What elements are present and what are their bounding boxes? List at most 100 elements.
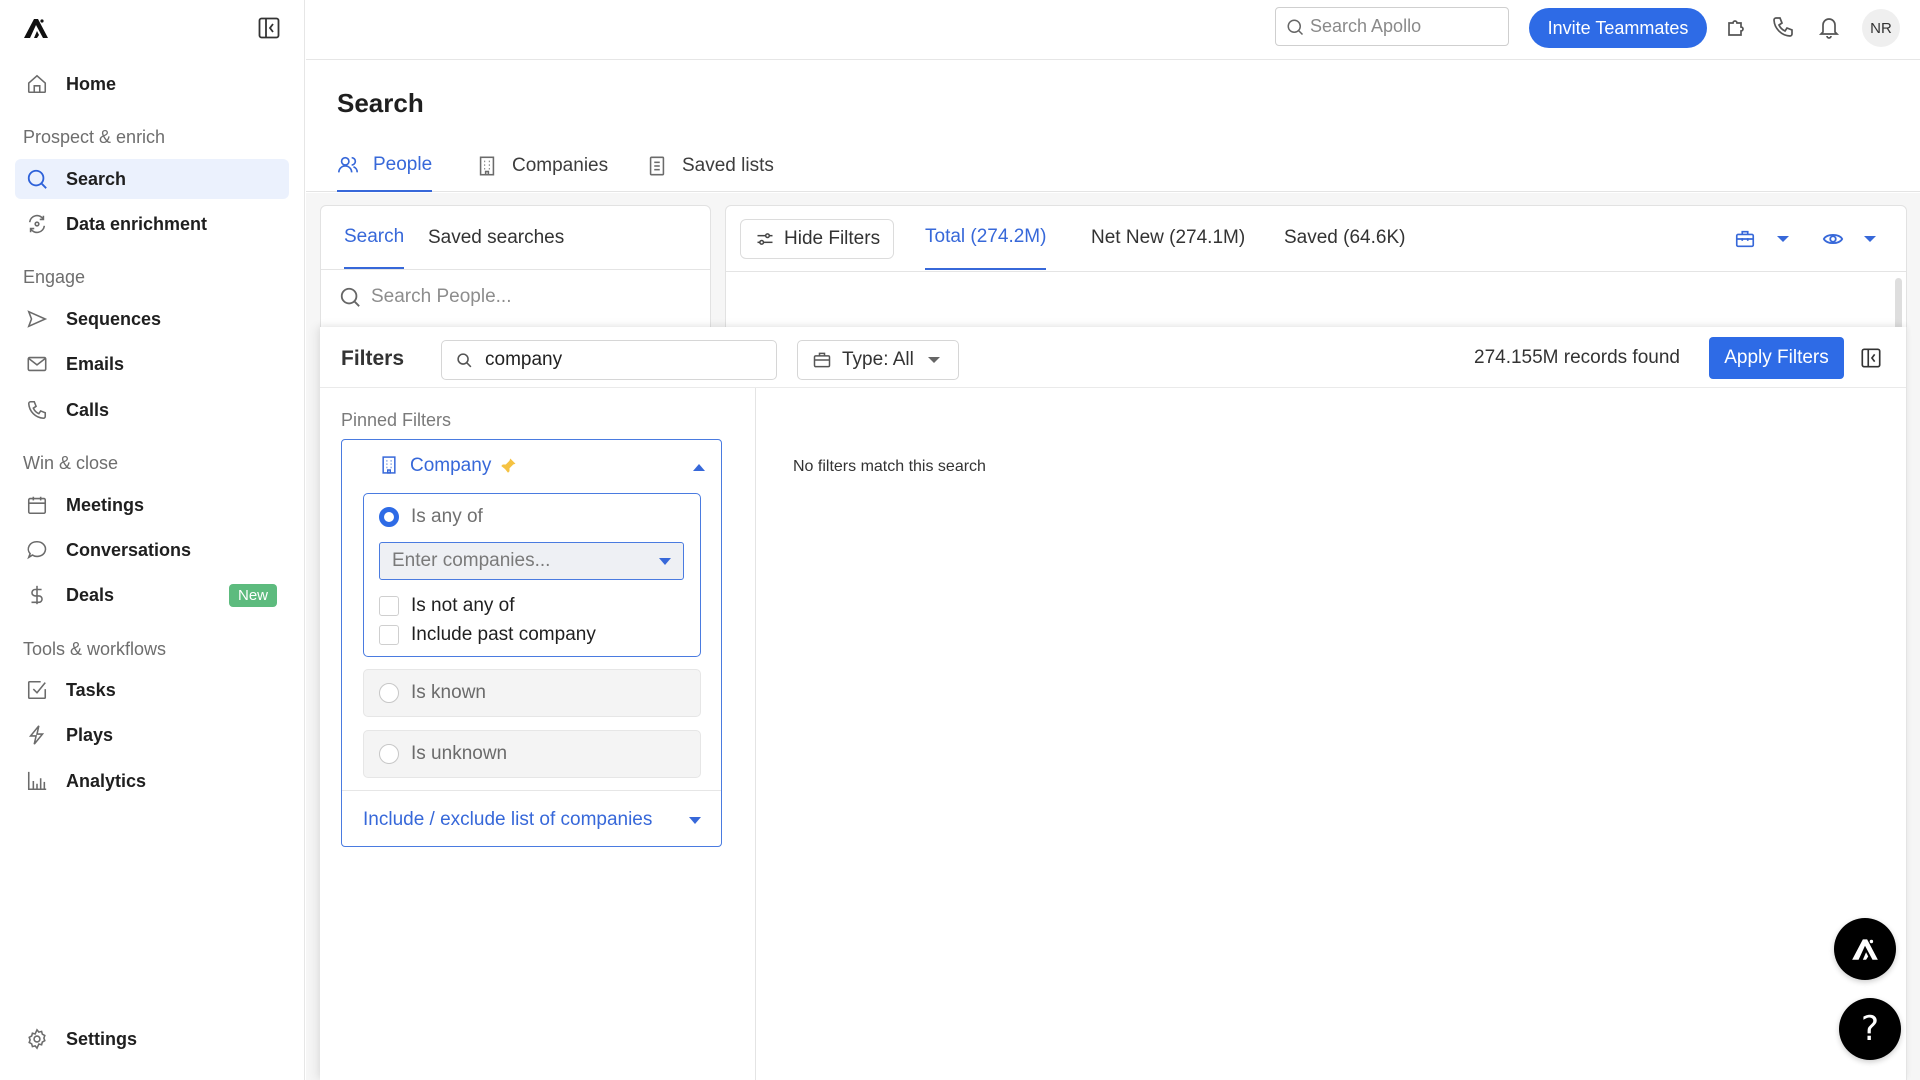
user-avatar[interactable]: NR [1862, 9, 1900, 47]
sidebar-item-label: Emails [66, 353, 125, 374]
tab-saved[interactable]: Saved (64.6K) [1284, 206, 1405, 270]
bell-icon[interactable] [1817, 15, 1841, 39]
tab-total[interactable]: Total (274.2M) [925, 206, 1047, 270]
sidebar-item-emails[interactable]: Emails [15, 344, 289, 384]
phone-icon[interactable] [1771, 15, 1795, 39]
help-button[interactable]: ? [1839, 998, 1901, 1060]
eye-dropdown-caret[interactable] [1864, 236, 1876, 242]
global-search-input[interactable] [1310, 16, 1490, 37]
divider [755, 388, 756, 1080]
include-past-company-option[interactable]: Include past company [379, 624, 596, 646]
is-unknown-radio[interactable] [379, 744, 399, 764]
tab-saved-lists[interactable]: Saved lists [646, 140, 774, 192]
new-badge: New [228, 583, 277, 607]
tab-net-new[interactable]: Net New (274.1M) [1091, 206, 1245, 270]
sidebar-item-analytics[interactable]: Analytics [15, 761, 289, 801]
chevron-down-icon [689, 817, 701, 824]
sidebar-item-conversations[interactable]: Conversations [15, 530, 289, 570]
no-match-message: No filters match this search [793, 458, 986, 475]
sidebar-item-label: Sequences [66, 308, 162, 329]
company-filter-header[interactable]: Company [379, 455, 517, 477]
filters-title: Filters [341, 347, 405, 370]
sidebar-item-calls[interactable]: Calls [15, 390, 289, 430]
dollar-icon [25, 583, 49, 607]
home-icon [25, 72, 49, 96]
sidebar-item-sequences[interactable]: Sequences [15, 299, 289, 339]
collapse-panel-icon[interactable] [1860, 347, 1882, 369]
assistant-button[interactable] [1834, 918, 1896, 980]
hide-filters-button[interactable]: Hide Filters [740, 219, 894, 259]
briefcase-icon[interactable] [1734, 228, 1756, 250]
is-unknown-option[interactable]: Is unknown [363, 730, 701, 778]
pin-icon[interactable] [499, 457, 517, 475]
section-label-prospect: Prospect & enrich [23, 127, 166, 147]
include-exclude-label: Include / exclude list of companies [363, 809, 653, 830]
include-past-company-checkbox[interactable] [379, 625, 399, 645]
sidebar-item-plays[interactable]: Plays [15, 715, 289, 755]
global-search[interactable] [1275, 7, 1509, 46]
sidebar-item-data-enrichment[interactable]: Data enrichment [15, 204, 289, 244]
chevron-down-icon[interactable] [659, 558, 671, 565]
sidebar: Home Prospect & enrich Search Data enric… [0, 0, 305, 1080]
section-label-engage: Engage [23, 267, 86, 287]
type-select[interactable]: Type: All [797, 340, 959, 380]
is-known-radio[interactable] [379, 683, 399, 703]
people-icon [337, 154, 359, 176]
apollo-logo[interactable] [22, 16, 50, 40]
apply-filters-button[interactable]: Apply Filters [1709, 337, 1844, 379]
sidebar-item-home[interactable]: Home [15, 64, 289, 104]
is-any-of-radio[interactable] [379, 507, 399, 527]
gear-icon [25, 1027, 49, 1051]
is-known-option[interactable]: Is known [363, 669, 701, 717]
include-exclude-list-toggle[interactable]: Include / exclude list of companies [363, 805, 701, 835]
sidebar-item-label: Deals [66, 584, 115, 605]
company-filter-label: Company [410, 455, 492, 476]
phone-icon [25, 398, 49, 422]
building-icon [379, 455, 401, 477]
tab-saved-searches[interactable]: Saved searches [428, 206, 564, 269]
tab-label: People [373, 154, 433, 175]
enter-companies-input[interactable] [392, 550, 642, 572]
is-any-of-box: Is any of Is not any of Include past com… [363, 493, 701, 657]
tab-search[interactable]: Search [344, 206, 405, 269]
search-icon [339, 286, 361, 308]
calendar-icon [25, 493, 49, 517]
is-not-any-of-option[interactable]: Is not any of [379, 595, 515, 617]
send-icon [25, 307, 49, 331]
chevron-up-icon[interactable] [693, 464, 705, 471]
is-any-of-option[interactable]: Is any of [379, 506, 483, 528]
sidebar-item-label: Analytics [66, 770, 147, 791]
include-past-company-label: Include past company [411, 624, 596, 645]
briefcase-icon [812, 350, 832, 370]
pinned-filters-label: Pinned Filters [341, 410, 452, 430]
company-filter: Company Is any of Is not any of Include … [341, 439, 722, 847]
filter-search-input[interactable] [485, 349, 755, 371]
records-found: 274.155M records found [1474, 347, 1680, 368]
tab-companies[interactable]: Companies [476, 140, 608, 192]
eye-icon[interactable] [1822, 228, 1844, 250]
sidebar-collapse-icon[interactable] [257, 16, 281, 40]
people-search-input[interactable] [371, 286, 671, 308]
sidebar-item-settings[interactable]: Settings [15, 1019, 289, 1059]
people-search[interactable] [339, 286, 671, 308]
list-icon [646, 155, 668, 177]
is-not-any-of-checkbox[interactable] [379, 596, 399, 616]
tab-label: Companies [512, 155, 609, 176]
filter-search[interactable] [441, 340, 777, 380]
company-input[interactable] [379, 542, 684, 580]
is-any-of-label: Is any of [411, 506, 483, 527]
puzzle-icon[interactable] [1725, 15, 1749, 39]
hide-filters-label: Hide Filters [784, 228, 881, 249]
sidebar-item-tasks[interactable]: Tasks [15, 670, 289, 710]
sidebar-item-deals[interactable]: Deals New [15, 575, 289, 615]
sidebar-item-search[interactable]: Search [15, 159, 289, 199]
help-icon: ? [1860, 1009, 1880, 1049]
divider [321, 269, 710, 270]
invite-teammates-button[interactable]: Invite Teammates [1529, 8, 1707, 48]
is-unknown-label: Is unknown [411, 743, 508, 764]
briefcase-dropdown-caret[interactable] [1777, 236, 1789, 242]
search-icon [456, 352, 473, 369]
tab-people[interactable]: People [337, 140, 433, 192]
search-panel: Search Saved searches [320, 205, 711, 345]
sidebar-item-meetings[interactable]: Meetings [15, 485, 289, 525]
